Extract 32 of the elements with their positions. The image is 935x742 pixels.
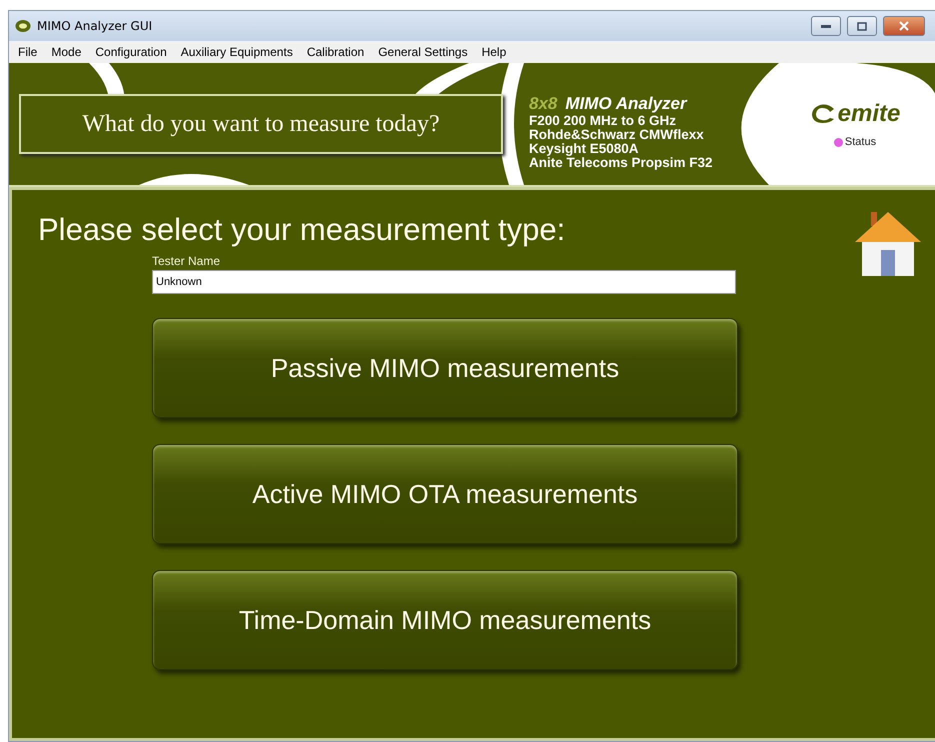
menu-item[interactable]: Mode	[44, 45, 88, 59]
menu-item[interactable]: Help	[474, 45, 514, 59]
measurement-button[interactable]: Time-Domain MIMO measurements	[152, 570, 738, 670]
close-icon	[898, 21, 910, 31]
measurement-button[interactable]: Active MIMO OTA measurements	[152, 444, 738, 544]
tester-name-field[interactable]: Unknown	[152, 270, 736, 294]
menu-item[interactable]: General Settings	[371, 45, 475, 59]
home-icon[interactable]	[855, 210, 921, 276]
heading: Please select your measurement type:	[38, 212, 566, 248]
maximize-icon	[857, 22, 867, 30]
measurement-button[interactable]: Passive MIMO measurements	[152, 318, 738, 418]
field-label: Tester Name	[152, 254, 222, 268]
app-icon	[15, 19, 31, 33]
menu-item[interactable]: File	[11, 45, 44, 59]
menu-item[interactable]: Configuration	[88, 45, 174, 59]
minimize-button[interactable]	[811, 16, 841, 36]
spec-line: F200 200 MHz to 6 GHz	[529, 114, 678, 128]
minimize-icon	[821, 24, 831, 28]
status-label: Status	[844, 136, 876, 148]
logo-text: emite	[838, 100, 900, 128]
spec-line: Rohde&Schwarz CMWflexx	[529, 128, 705, 142]
spec-line: Keysight E5080A	[529, 142, 640, 156]
product-name: MIMO Analyzer	[565, 94, 687, 114]
swirl-icon	[810, 103, 836, 125]
product-prefix: 8x8	[529, 94, 558, 114]
spec-line: Anite Telecoms Propsim F32	[529, 156, 713, 170]
menu-item[interactable]: Calibration	[300, 45, 372, 59]
window-title: MIMO Analyzer GUI	[37, 19, 154, 33]
banner-question: What do you want to measure today?	[19, 94, 503, 154]
maximize-button[interactable]	[847, 16, 877, 36]
menu-item[interactable]: Auxiliary Equipments	[174, 45, 300, 59]
close-button[interactable]	[883, 16, 925, 36]
